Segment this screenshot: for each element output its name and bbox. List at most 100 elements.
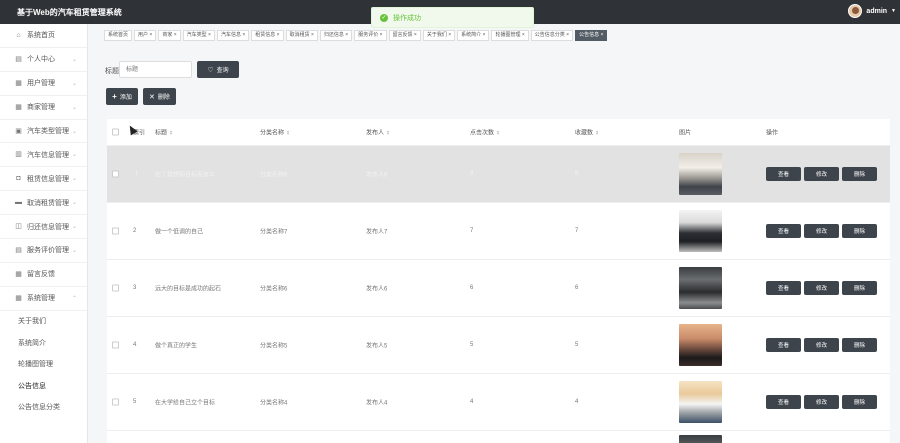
edit-button[interactable]: 修改	[804, 167, 839, 181]
table-row[interactable]: 2 做一个低调的自己 分类名称7 发布人7 7 7 查看 修改 删除	[107, 203, 890, 260]
header-publisher[interactable]: 发布人 ⇕	[366, 128, 390, 137]
plus-icon: +	[112, 92, 117, 101]
header-clicks[interactable]: 点击次数 ⇕	[470, 128, 500, 137]
row-checkbox[interactable]	[112, 170, 119, 178]
row-checkbox[interactable]	[112, 398, 119, 406]
row-title: 在大学给自己立个目标	[155, 400, 216, 407]
header-title[interactable]: 标题 ⇕	[155, 128, 173, 137]
sort-icon: ⇕	[496, 130, 501, 137]
layers-icon: ◫	[15, 223, 22, 231]
data-table: 索引 标题 ⇕ 分类名称 ⇕ 发布人 ⇕ 点击次数 ⇕ 收藏数 ⇕ 图片 操作 1 在了理…	[107, 119, 890, 443]
sidebar-subitem-announcement-categories[interactable]: 公告信息分类	[0, 397, 87, 419]
user-menu[interactable]: admin ▼	[848, 4, 896, 18]
tab-announcements[interactable]: 公告信息 ×	[575, 30, 608, 41]
avatar[interactable]	[848, 4, 863, 18]
user-name: admin	[866, 7, 888, 15]
row-checkbox[interactable]	[112, 284, 119, 292]
row-delete-button[interactable]: 删除	[842, 224, 877, 238]
edit-button[interactable]: 修改	[804, 338, 839, 352]
chevron-down-icon: ⌄	[71, 152, 77, 159]
success-toast: ✓ 操作成功	[371, 7, 534, 28]
row-publisher: 发布人8	[366, 172, 388, 179]
view-button[interactable]: 查看	[766, 167, 801, 181]
chevron-down-icon: ⌄	[71, 56, 77, 63]
tab-feedback[interactable]: 留言反馈 ×	[388, 30, 421, 41]
add-button[interactable]: + 添加	[106, 88, 138, 105]
sidebar-subitem-intro[interactable]: 系统简介	[0, 332, 87, 354]
delete-button[interactable]: ✕ 删除	[143, 88, 176, 105]
database-icon: ◘	[16, 175, 21, 183]
tab-bar: 系统首页 用户 × 商家 × 汽车类型 × 汽车信息 × 租赁信息 × 取消租赁…	[104, 30, 900, 41]
edit-button[interactable]: 修改	[804, 281, 839, 295]
row-index: 5	[133, 399, 137, 405]
tab-announcement-categories[interactable]: 公告信息分类 ×	[530, 30, 574, 41]
sidebar-item-profile[interactable]: ▤ 个人中心 ⌄	[0, 48, 87, 72]
sidebar-subitem-carousel[interactable]: 轮播图管理	[0, 354, 87, 376]
tab-users[interactable]: 用户 ×	[134, 30, 157, 41]
row-index: 3	[133, 285, 137, 291]
chevron-down-icon: ⌄	[71, 200, 77, 207]
sidebar-subitem-about[interactable]: 关于我们	[0, 311, 87, 333]
search-input[interactable]	[119, 61, 192, 78]
tab-intro[interactable]: 系统简介 ×	[457, 30, 490, 41]
sidebar-item-home[interactable]: ⌂ 系统首页	[0, 24, 87, 48]
row-clicks: 8	[470, 171, 474, 177]
tab-merchants[interactable]: 商家 ×	[158, 30, 181, 41]
sidebar-item-rentals[interactable]: ◘ 租赁信息管理 ⌄	[0, 167, 87, 192]
chevron-down-icon: ⌄	[71, 128, 77, 135]
tab-cancellations[interactable]: 取消租赁 ×	[285, 30, 318, 41]
sort-icon: ⇕	[386, 130, 391, 137]
row-checkbox[interactable]	[112, 227, 119, 235]
row-publisher: 发布人6	[366, 286, 388, 293]
header-favorites[interactable]: 收藏数 ⇕	[575, 128, 599, 137]
search-label: 标题	[105, 68, 119, 75]
tab-reviews[interactable]: 服务评价 ×	[354, 30, 387, 41]
edit-button[interactable]: 修改	[804, 224, 839, 238]
row-delete-button[interactable]: 删除	[842, 167, 877, 181]
row-publisher: 发布人5	[366, 343, 388, 350]
sidebar-item-reviews[interactable]: ▤ 服务评价管理 ⌄	[0, 239, 87, 263]
tab-car-types[interactable]: 汽车类型 ×	[182, 30, 215, 41]
table-row[interactable]: 4 做个真正的学生 分类名称5 发布人5 5 5 查看 修改 删除	[107, 317, 890, 374]
table-row[interactable]: 3 远大的目标是成功的起石 分类名称6 发布人6 6 6 查看 修改 删除	[107, 260, 890, 317]
briefcase-icon: ▣	[15, 127, 22, 135]
tab-returns[interactable]: 归还信息 ×	[319, 30, 353, 41]
view-button[interactable]: 查看	[766, 224, 801, 238]
header-category[interactable]: 分类名称 ⇕	[260, 128, 290, 137]
grid-icon: ▦	[15, 103, 22, 111]
tab-cars[interactable]: 汽车信息 ×	[216, 30, 250, 41]
row-publisher: 发布人7	[366, 229, 388, 236]
search-button[interactable]: ♡ 查询	[197, 61, 239, 78]
sidebar-item-system[interactable]: ▦ 系统管理 ⌃	[0, 287, 87, 311]
row-clicks: 5	[470, 342, 474, 348]
row-delete-button[interactable]: 删除	[842, 281, 877, 295]
row-delete-button[interactable]: 删除	[842, 395, 877, 409]
view-button[interactable]: 查看	[766, 281, 801, 295]
view-button[interactable]: 查看	[766, 395, 801, 409]
sidebar-item-cancellations[interactable]: ▬ 取消租赁管理 ⌄	[0, 191, 87, 216]
table-row[interactable]: 1 在了理想和目标而奋斗 分类名称8 发布人8 8 8 查看 修改 删除	[107, 146, 890, 203]
chevron-down-icon[interactable]: ▼	[891, 8, 896, 14]
view-button[interactable]: 查看	[766, 338, 801, 352]
sidebar-item-car-types[interactable]: ▣ 汽车类型管理 ⌄	[0, 120, 87, 144]
tab-about[interactable]: 关于我们 ×	[422, 30, 456, 41]
sidebar-item-users[interactable]: ▦ 用户管理 ⌄	[0, 72, 87, 96]
tab-carousel[interactable]: 轮播图管理 ×	[491, 30, 529, 41]
table-row[interactable]: 5 在大学给自己立个目标 分类名称4 发布人4 4 4 查看 修改 删除	[107, 374, 890, 431]
edit-button[interactable]: 修改	[804, 395, 839, 409]
tab-home[interactable]: 系统首页	[104, 30, 133, 41]
row-index: 1	[135, 171, 139, 177]
sidebar-item-returns[interactable]: ◫ 归还信息管理 ⌄	[0, 215, 87, 240]
list-icon: ▤	[15, 246, 22, 254]
row-checkbox[interactable]	[112, 341, 119, 349]
sidebar-item-feedback[interactable]: ▦ 留言反馈	[0, 263, 87, 287]
row-favorites: 5	[575, 342, 579, 348]
chevron-down-icon: ⌄	[71, 80, 77, 87]
sidebar-item-cars[interactable]: ▥ 汽车信息管理 ⌄	[0, 143, 87, 168]
sidebar-item-merchants[interactable]: ▦ 商家管理 ⌄	[0, 96, 87, 120]
select-all-checkbox[interactable]	[112, 128, 119, 136]
tab-rentals[interactable]: 租赁信息 ×	[251, 30, 284, 41]
sidebar-subitem-announcements[interactable]: 公告信息	[0, 375, 87, 397]
row-delete-button[interactable]: 删除	[842, 338, 877, 352]
table-row[interactable]	[107, 431, 890, 443]
